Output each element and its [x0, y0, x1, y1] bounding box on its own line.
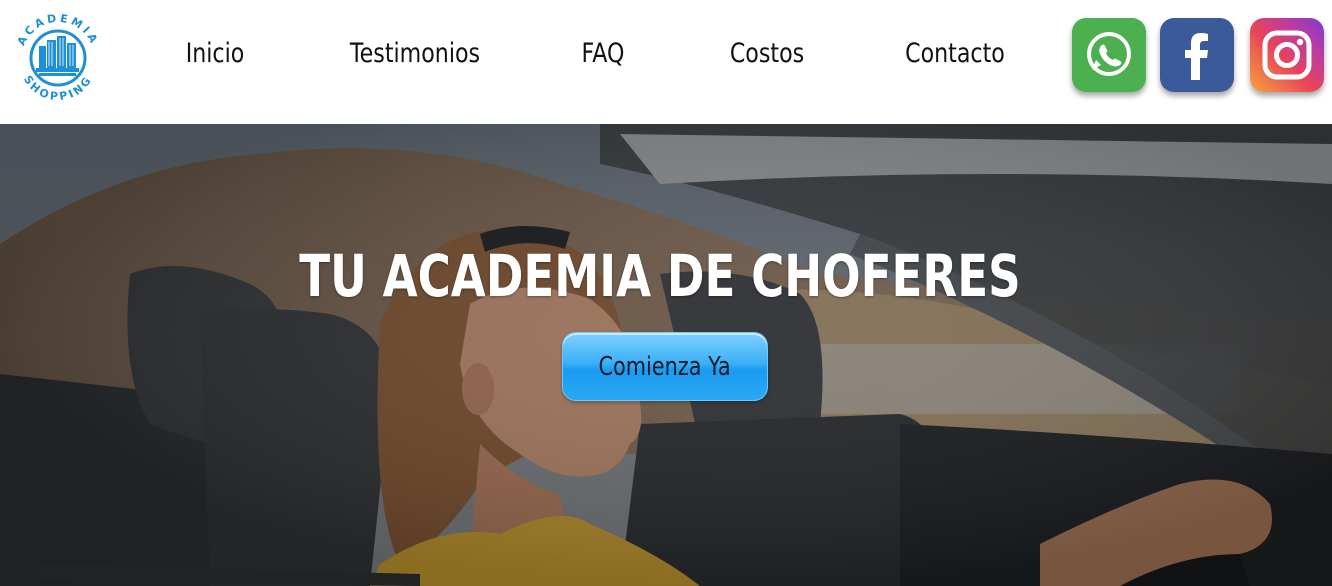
academia-shopping-logo[interactable]: ACADEMIA SHOPPING [8, 6, 108, 106]
cta-label: Comienza Ya [598, 351, 732, 382]
nav-link-faq[interactable]: FAQ [574, 38, 631, 69]
nav-link-testimonios[interactable]: Testimonios [349, 38, 480, 69]
page: ACADEMIA SHOPPING Inicio Testimonios FAQ… [0, 0, 1332, 586]
whatsapp-link[interactable] [1072, 18, 1146, 92]
nav-link-contacto[interactable]: Contacto [899, 38, 1011, 69]
logo-emblem-icon: ACADEMIA SHOPPING [15, 12, 99, 104]
svg-text:SHOPPING: SHOPPING [21, 73, 95, 103]
comienza-ya-button[interactable]: Comienza Ya [562, 332, 768, 401]
instagram-icon [1262, 30, 1312, 80]
nav-link-costos[interactable]: Costos [726, 38, 808, 69]
instagram-link[interactable] [1250, 18, 1324, 92]
logo-bottom-text: SHOPPING [21, 73, 93, 103]
hero-title: TU ACADEMIA DE CHOFERES [299, 242, 1021, 310]
hero-section: TU ACADEMIA DE CHOFERES Comienza Ya [0, 124, 1332, 586]
nav-link-inicio[interactable]: Inicio [178, 38, 252, 69]
facebook-icon [1185, 33, 1208, 80]
facebook-link[interactable] [1160, 18, 1234, 92]
site-header: ACADEMIA SHOPPING Inicio Testimonios FAQ… [0, 0, 1332, 124]
whatsapp-icon [1087, 32, 1131, 76]
